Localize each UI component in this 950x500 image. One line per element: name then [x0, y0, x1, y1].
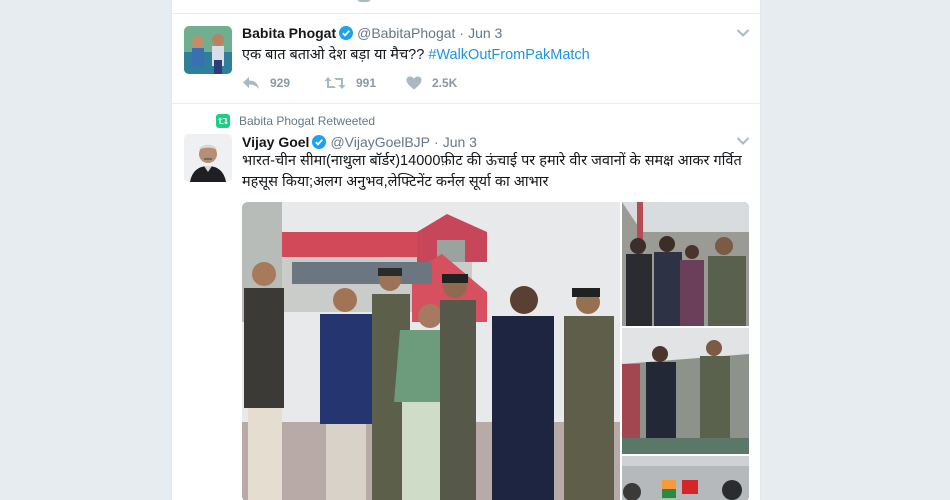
tweet-photo-main[interactable]	[242, 202, 620, 500]
avatar[interactable]	[184, 134, 232, 182]
retweet-button[interactable]: 991	[324, 76, 406, 90]
retweet-icon	[324, 77, 346, 89]
timestamp[interactable]: Jun 3	[468, 25, 502, 41]
reply-button[interactable]: 929	[242, 76, 324, 90]
tweet-header: Babita Phogat @BabitaPhogat · Jun 3	[242, 25, 502, 41]
like-count: 2.5K	[432, 76, 458, 90]
verified-badge-icon	[339, 26, 354, 40]
retweet-badge-icon	[216, 114, 230, 128]
tweet-photo-4[interactable]	[622, 456, 749, 500]
previous-tweet-icon	[357, 0, 371, 2]
tweet[interactable]: Babita Phogat @BabitaPhogat · Jun 3 एक ब…	[172, 14, 760, 104]
avatar[interactable]	[184, 26, 232, 74]
retweet-context: Babita Phogat Retweeted	[216, 114, 375, 128]
timeline: Babita Phogat @BabitaPhogat · Jun 3 एक ब…	[171, 0, 761, 500]
hashtag-link[interactable]: #WalkOutFromPakMatch	[428, 47, 589, 63]
separator: ·	[459, 25, 465, 41]
media-grid	[242, 202, 749, 500]
chevron-down-icon[interactable]	[736, 136, 750, 146]
verified-badge-icon	[312, 135, 327, 149]
chevron-down-icon[interactable]	[736, 28, 750, 38]
retweet-count: 991	[356, 76, 377, 90]
tweet-actions: 929 991 2.5K	[242, 76, 488, 90]
tweet-text-body: एक बात बताओ देश बड़ा या मैच??	[242, 47, 429, 63]
tweet-photo-2[interactable]	[622, 202, 749, 326]
username[interactable]: @VijayGoelBJP	[330, 134, 430, 150]
timestamp[interactable]: Jun 3	[443, 134, 477, 150]
tweet-text: एक बात बताओ देश बड़ा या मैच?? #WalkOutFr…	[242, 45, 742, 66]
fullname[interactable]: Vijay Goel	[242, 134, 309, 150]
retweet-context-label[interactable]: Babita Phogat Retweeted	[239, 114, 375, 128]
reply-icon	[243, 77, 259, 89]
like-button[interactable]: 2.5K	[406, 76, 488, 90]
username[interactable]: @BabitaPhogat	[357, 25, 455, 41]
reply-count: 929	[270, 76, 291, 90]
separator: ·	[434, 134, 439, 150]
tweet[interactable]: Babita Phogat Retweeted Vijay Goel @Vija…	[172, 105, 760, 500]
tweet-photo-3[interactable]	[622, 328, 749, 454]
heart-icon	[406, 76, 422, 90]
fullname[interactable]: Babita Phogat	[242, 25, 336, 41]
tweet-text: भारत-चीन सीमा(नाथुला बॉर्डर)14000फ़ीट की…	[242, 153, 742, 190]
tweet-header: Vijay Goel @VijayGoelBJP · Jun 3	[242, 134, 477, 150]
previous-tweet-edge	[172, 0, 760, 14]
